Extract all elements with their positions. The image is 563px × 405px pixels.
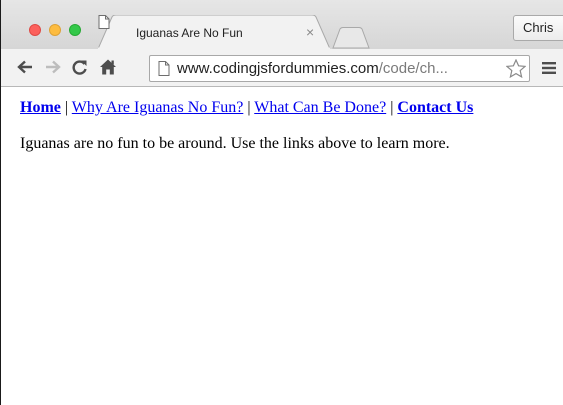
- tab-strip: Iguanas Are No Fun × Chris: [1, 0, 563, 49]
- profile-name: Chris: [523, 20, 554, 35]
- browser-window: Iguanas Are No Fun × Chris www.codingjsf…: [0, 0, 563, 405]
- nav-link-home[interactable]: Home: [20, 99, 61, 116]
- nav-link-contact-us[interactable]: Contact Us: [397, 99, 473, 116]
- nav-separator: |: [243, 99, 255, 116]
- nav-separator: |: [60, 99, 72, 116]
- reload-icon[interactable]: [71, 59, 88, 76]
- site-nav: Home | Why Are Iguanas No Fun? | What Ca…: [20, 99, 473, 117]
- nav-link-what-can-be-done[interactable]: What Can Be Done?: [254, 99, 386, 116]
- nav-link-why-iguanas[interactable]: Why Are Iguanas No Fun?: [72, 99, 244, 116]
- forward-arrow-icon[interactable]: [45, 60, 61, 74]
- url-host: www.codingjsfordummies.com: [177, 60, 379, 77]
- window-maximize-button[interactable]: [69, 24, 81, 36]
- window-minimize-button[interactable]: [49, 24, 61, 36]
- page-icon: [158, 61, 170, 76]
- tab-title: Iguanas Are No Fun: [136, 26, 243, 40]
- nav-separator: |: [386, 99, 398, 116]
- star-icon[interactable]: [506, 59, 526, 78]
- page-icon: [98, 15, 110, 29]
- new-tab-button[interactable]: [332, 27, 370, 49]
- tab-active[interactable]: Iguanas Are No Fun ×: [98, 15, 330, 49]
- hamburger-menu-icon[interactable]: [542, 62, 556, 74]
- home-icon[interactable]: [99, 58, 117, 76]
- url-text: www.codingjsfordummies.com/code/ch...: [177, 60, 448, 77]
- window-close-button[interactable]: [29, 24, 41, 36]
- url-path: /code/ch...: [378, 60, 448, 77]
- profile-button[interactable]: Chris: [513, 15, 563, 41]
- intro-paragraph: Iguanas are no fun to be around. Use the…: [20, 135, 450, 152]
- page-content: Home | Why Are Iguanas No Fun? | What Ca…: [1, 87, 563, 405]
- browser-toolbar: www.codingjsfordummies.com/code/ch...: [1, 49, 563, 87]
- back-arrow-icon[interactable]: [17, 60, 33, 74]
- tab-close-icon[interactable]: ×: [306, 25, 314, 39]
- address-bar[interactable]: www.codingjsfordummies.com/code/ch...: [149, 55, 530, 82]
